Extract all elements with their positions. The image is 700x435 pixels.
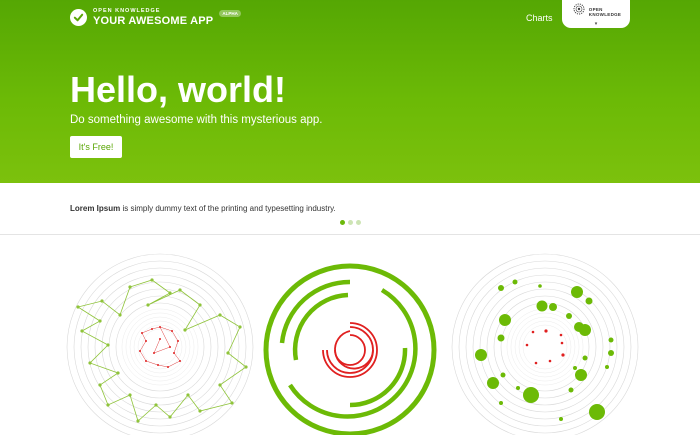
visualizations-area	[0, 235, 700, 435]
hero-title: Hello, world!	[70, 69, 286, 110]
hero-subtitle: Do something awesome with this mysteriou…	[70, 114, 323, 126]
open-knowledge-gear-icon	[571, 1, 587, 22]
alpha-badge: ALPHA	[219, 10, 241, 18]
bubble-rings-visualization	[451, 253, 639, 435]
intro-bold: Lorem Ipsum	[70, 204, 121, 213]
brand-org-name: OPEN KNOWLEDGE	[93, 8, 161, 14]
carousel-dot-2[interactable]	[348, 220, 353, 225]
intro-rest: is simply dummy text of the printing and…	[120, 204, 336, 213]
hero-banner: OPEN KNOWLEDGE YOUR AWESOME APP ALPHA Ch…	[0, 0, 700, 183]
nav-link-charts[interactable]: Charts	[526, 13, 553, 23]
carousel-dot-1[interactable]	[340, 220, 345, 225]
brand-text: OPEN KNOWLEDGE YOUR AWESOME APP	[93, 8, 214, 27]
intro-text: Lorem Ipsum is simply dummy text of the …	[70, 204, 336, 213]
chevron-down-icon: ▾	[594, 21, 598, 27]
check-circle-icon	[70, 9, 87, 27]
carousel-dot-3[interactable]	[356, 220, 361, 225]
network-rings-visualization	[66, 253, 254, 435]
ok-logo-line2: KNOWLEDGE	[588, 11, 622, 17]
carousel-dots	[340, 220, 364, 225]
intro-strip: Lorem Ipsum is simply dummy text of the …	[0, 183, 700, 235]
cta-button[interactable]: It's Free!	[70, 136, 122, 158]
open-knowledge-menu[interactable]: OPEN KNOWLEDGE ▾	[562, 0, 630, 28]
brand-app-name: YOUR AWESOME APP	[93, 14, 214, 27]
brand-logo[interactable]: OPEN KNOWLEDGE YOUR AWESOME APP ALPHA	[70, 8, 241, 27]
concentric-arcs-visualization	[263, 263, 437, 435]
